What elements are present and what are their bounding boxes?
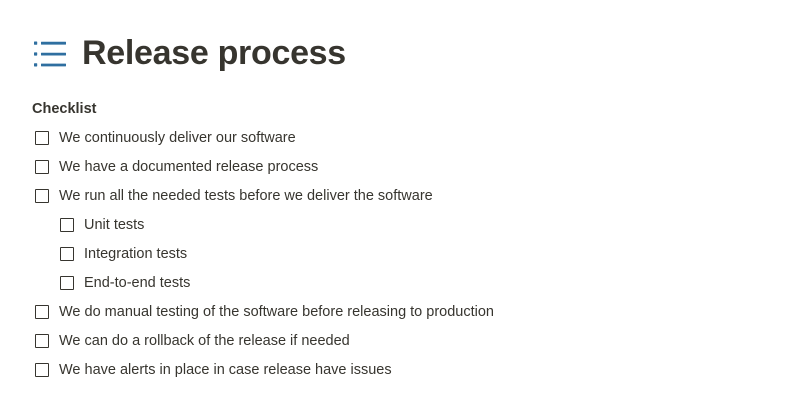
checklist-item-label: We can do a rollback of the release if n… [59, 332, 350, 349]
checklist-subitem[interactable]: Unit tests [32, 210, 780, 239]
checkbox[interactable] [35, 130, 49, 145]
checklist-item[interactable]: We continuously deliver our software [32, 123, 780, 152]
checklist-item-label: We have a documented release process [59, 158, 319, 175]
checkbox[interactable] [35, 304, 49, 319]
page-header: Release process [32, 28, 780, 80]
page-content: Release process Checklist We continuousl… [32, 28, 780, 384]
checklist-item[interactable]: We have alerts in place in case release … [32, 355, 780, 384]
checklist-item-label: End-to-end tests [84, 274, 191, 291]
checkbox[interactable] [60, 246, 74, 261]
checkbox[interactable] [60, 217, 74, 232]
checklist-item-label: We continuously deliver our software [59, 129, 296, 146]
checklist-item-label: We have alerts in place in case release … [59, 361, 392, 378]
checklist-item[interactable]: We can do a rollback of the release if n… [32, 326, 780, 355]
checklist-heading: Checklist [32, 101, 97, 117]
checkbox[interactable] [35, 188, 49, 203]
checkbox[interactable] [35, 159, 49, 174]
checklist: We continuously deliver our software We … [32, 123, 780, 384]
checklist-item[interactable]: We do manual testing of the software bef… [32, 297, 780, 326]
checklist-item-label: Unit tests [84, 216, 145, 233]
checklist-item-label: Integration tests [84, 245, 188, 262]
checklist-item-label: We run all the needed tests before we de… [59, 187, 433, 204]
checklist-subitem[interactable]: End-to-end tests [32, 268, 780, 297]
checklist-item-label: We do manual testing of the software bef… [59, 303, 494, 320]
bulleted-list-icon[interactable] [34, 40, 66, 68]
checklist-subitem[interactable]: Integration tests [32, 239, 780, 268]
checklist-item[interactable]: We run all the needed tests before we de… [32, 181, 780, 210]
checkbox[interactable] [60, 275, 74, 290]
checklist-item[interactable]: We have a documented release process [32, 152, 780, 181]
checkbox[interactable] [35, 362, 49, 377]
checkbox[interactable] [35, 333, 49, 348]
page-title[interactable]: Release process [82, 34, 346, 72]
